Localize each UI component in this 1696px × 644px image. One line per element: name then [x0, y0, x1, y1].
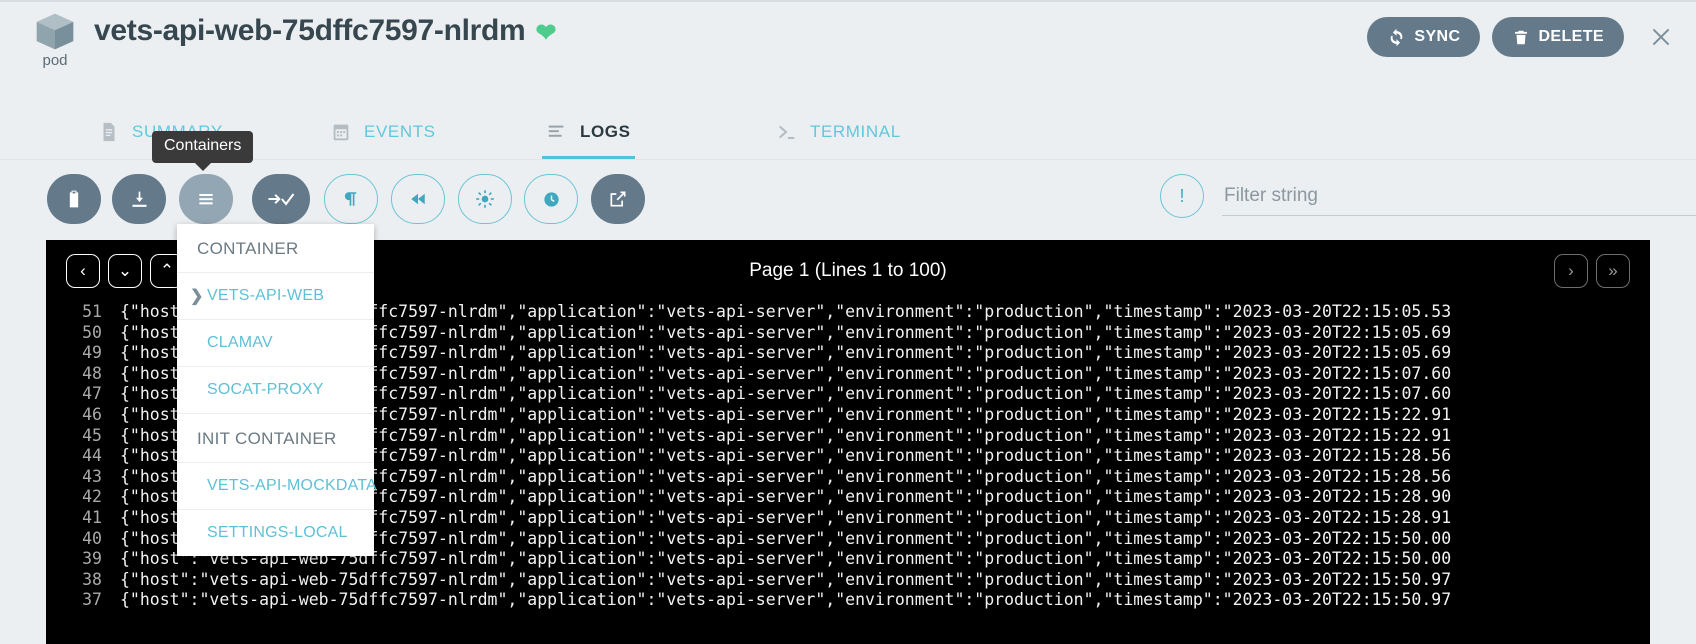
download-icon	[129, 189, 150, 210]
external-link-icon	[608, 189, 628, 209]
dropdown-item-vets-api-web[interactable]: ❯ VETS-API-WEB	[177, 272, 374, 319]
log-line-number: 37	[46, 590, 120, 611]
log-line-number: 41	[46, 508, 120, 529]
log-line-number: 39	[46, 549, 120, 570]
tab-terminal-label: TERMINAL	[810, 122, 901, 142]
sync-button[interactable]: SYNC	[1367, 17, 1480, 57]
double-chevron-right-icon: »	[1608, 261, 1617, 281]
pod-cube-icon	[33, 10, 77, 54]
sync-button-label: SYNC	[1414, 28, 1460, 46]
log-line-number: 47	[46, 384, 120, 405]
open-external-button[interactable]	[591, 174, 645, 224]
delete-button[interactable]: DELETE	[1492, 17, 1624, 57]
dropdown-item-label: VETS-API-WEB	[207, 287, 324, 304]
filter-area: !	[1160, 174, 1696, 218]
log-line-content: {"host":"vets-api-web-75dffc7597-nlrdm",…	[120, 570, 1451, 591]
dropdown-item-label: SETTINGS-LOCAL	[207, 524, 348, 541]
tab-events-label: EVENTS	[364, 122, 436, 142]
heart-icon: ❤	[535, 18, 556, 48]
dropdown-group-header-init-container: INIT CONTAINER	[177, 413, 374, 462]
dropdown-item-vets-api-mockdata[interactable]: VETS-API-MOCKDATA	[177, 462, 374, 509]
pod-icon-label: pod	[30, 52, 80, 69]
tab-logs[interactable]: LOGS	[542, 106, 635, 158]
tooltip-text: Containers	[164, 137, 241, 154]
container-dropdown: CONTAINER ❯ VETS-API-WEB CLAMAV SOCAT-PR…	[177, 224, 374, 556]
clock-icon	[542, 190, 561, 209]
tab-underline	[542, 156, 635, 159]
dropdown-item-label: CLAMAV	[207, 334, 273, 351]
chevron-right-icon: ›	[1568, 261, 1574, 281]
download-button[interactable]	[112, 174, 166, 224]
log-next-page-button[interactable]: ›	[1554, 254, 1588, 288]
hamburger-icon	[195, 189, 217, 209]
log-line-number: 49	[46, 343, 120, 364]
pilcrow-icon	[342, 189, 360, 209]
dropdown-item-settings-local[interactable]: SETTINGS-LOCAL	[177, 509, 374, 556]
page-title: vets-api-web-75dffc7597-nlrdm ❤	[94, 14, 556, 48]
filter-help-button[interactable]: !	[1160, 174, 1204, 218]
dropdown-item-label: VETS-API-MOCKDATA	[207, 477, 377, 494]
containers-tooltip: Containers	[152, 131, 253, 163]
log-line-number: 38	[46, 570, 120, 591]
arrow-check-icon	[266, 189, 296, 209]
clipboard-button[interactable]	[47, 174, 101, 224]
filter-help-label: !	[1179, 186, 1184, 207]
dropdown-group-header-container: CONTAINER	[177, 224, 374, 272]
header-actions: SYNC DELETE	[1367, 17, 1678, 57]
log-line-number: 51	[46, 302, 120, 323]
pod-icon-wrap: pod	[30, 10, 80, 69]
trash-icon	[1512, 28, 1530, 47]
page-header: pod vets-api-web-75dffc7597-nlrdm ❤ SYNC …	[0, 0, 1696, 86]
tab-terminal[interactable]: TERMINAL	[772, 106, 905, 158]
clipboard-icon	[64, 189, 84, 209]
tab-events[interactable]: EVENTS	[326, 106, 440, 158]
tab-bar: SUMMARY EVENTS LOGS TER	[0, 86, 1696, 160]
rewind-icon	[408, 190, 428, 208]
page-title-text: vets-api-web-75dffc7597-nlrdm	[94, 14, 525, 47]
log-line-number: 50	[46, 323, 120, 344]
close-icon	[1648, 24, 1674, 50]
settings-button[interactable]	[458, 174, 512, 224]
timestamps-button[interactable]	[524, 174, 578, 224]
log-line: 37{"host":"vets-api-web-75dffc7597-nlrdm…	[46, 590, 1650, 611]
log-nav-right: › »	[1554, 254, 1630, 288]
filter-input[interactable]	[1222, 176, 1696, 216]
delete-button-label: DELETE	[1538, 28, 1604, 46]
log-line-number: 48	[46, 364, 120, 385]
prompt-icon	[776, 121, 798, 143]
log-line-content: {"host":"vets-api-web-75dffc7597-nlrdm",…	[120, 590, 1451, 611]
dropdown-item-label: SOCAT-PROXY	[207, 381, 324, 398]
log-line: 38{"host":"vets-api-web-75dffc7597-nlrdm…	[46, 570, 1650, 591]
wrap-button[interactable]	[324, 174, 378, 224]
log-line-number: 42	[46, 487, 120, 508]
pod-detail-panel: pod vets-api-web-75dffc7597-nlrdm ❤ SYNC …	[0, 0, 1696, 644]
containers-button[interactable]	[179, 174, 233, 224]
tab-logs-label: LOGS	[580, 122, 631, 142]
document-icon	[98, 121, 120, 143]
log-line-number: 40	[46, 529, 120, 550]
close-button[interactable]	[1644, 20, 1678, 54]
log-line-number: 46	[46, 405, 120, 426]
dropdown-item-socat-proxy[interactable]: SOCAT-PROXY	[177, 366, 374, 413]
refresh-icon	[1387, 28, 1406, 47]
log-line-number: 44	[46, 446, 120, 467]
lines-icon	[546, 121, 568, 143]
log-last-page-button[interactable]: »	[1596, 254, 1630, 288]
chevron-right-icon: ❯	[190, 286, 204, 306]
log-line-number: 43	[46, 467, 120, 488]
calendar-icon	[330, 121, 352, 143]
follow-button[interactable]	[252, 174, 310, 224]
dropdown-item-clamav[interactable]: CLAMAV	[177, 319, 374, 366]
log-line-number: 45	[46, 426, 120, 447]
sun-icon	[475, 189, 495, 209]
previous-button[interactable]	[391, 174, 445, 224]
